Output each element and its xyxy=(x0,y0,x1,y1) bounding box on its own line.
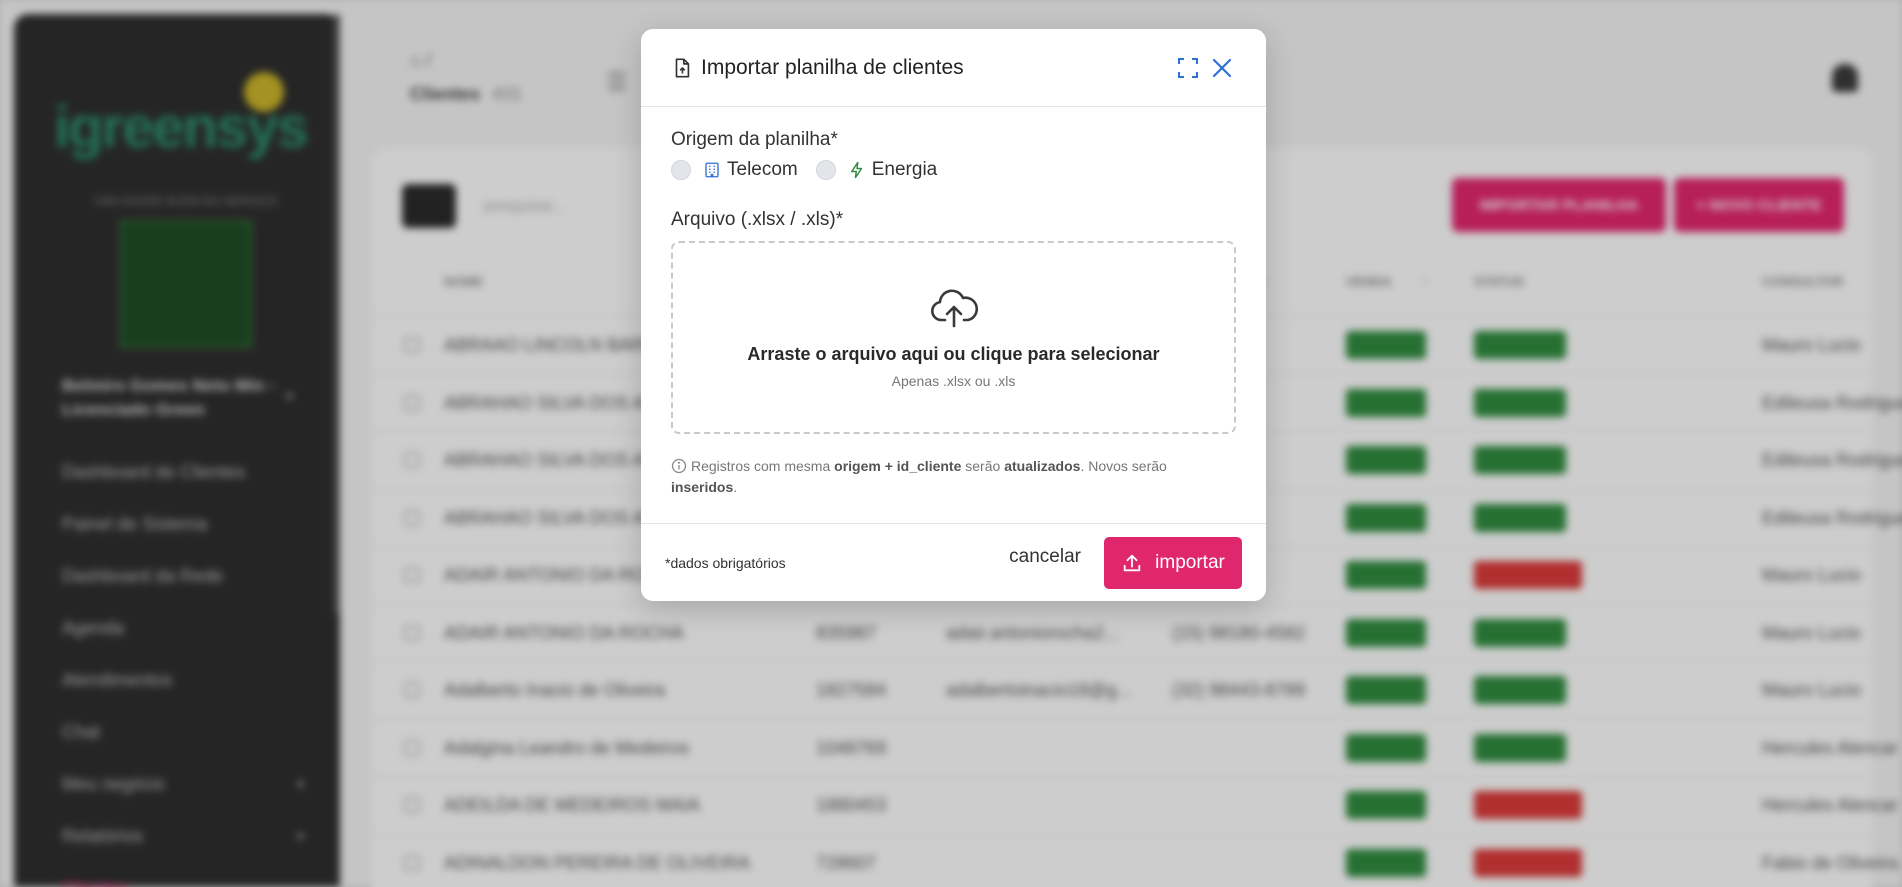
import-button[interactable]: importar xyxy=(1104,537,1242,589)
file-label: Arquivo (.xlsx / .xls)* xyxy=(671,209,844,230)
building-icon xyxy=(705,162,719,178)
modal-header: Importar planilha de clientes xyxy=(641,29,1266,107)
info-note: Registros com mesma origem + id_cliente … xyxy=(671,456,1236,498)
info-text-1: Registros com mesma xyxy=(691,458,835,474)
origin-option-telecom[interactable]: Telecom xyxy=(671,159,798,181)
lightning-icon xyxy=(850,161,862,179)
modal-title: Importar planilha de clientes xyxy=(701,55,964,79)
info-key-fields: origem + id_cliente xyxy=(834,458,962,474)
file-upload-icon xyxy=(675,57,690,78)
required-note: *dados obrigatórios xyxy=(665,554,786,571)
upload-icon xyxy=(1123,554,1141,572)
import-modal: Importar planilha de clientes Origem da … xyxy=(641,29,1266,601)
info-inserted: inseridos xyxy=(671,479,734,495)
dropzone-title: Arraste o arquivo aqui ou clique para se… xyxy=(747,344,1160,364)
info-text-4: . xyxy=(733,479,738,495)
info-text-2: serão xyxy=(961,458,1005,474)
energia-label: Energia xyxy=(871,159,938,180)
info-updated: atualizados xyxy=(1004,458,1081,474)
origin-radio-group: Telecom Energia xyxy=(671,159,1236,181)
modal-footer: *dados obrigatórios cancelar importar xyxy=(641,523,1266,601)
file-dropzone[interactable]: Arraste o arquivo aqui ou clique para se… xyxy=(671,241,1236,434)
telecom-label: Telecom xyxy=(727,159,798,180)
origin-option-energia[interactable]: Energia xyxy=(815,159,938,181)
info-text-3: . Novos serão xyxy=(1080,458,1167,474)
telecom-radio[interactable] xyxy=(671,160,691,180)
expand-icon[interactable] xyxy=(1176,56,1200,80)
modal-body: Origem da planilha* Telecom Energia Arqu… xyxy=(641,107,1266,498)
cancel-button[interactable]: cancelar xyxy=(1009,546,1081,568)
import-label: importar xyxy=(1155,552,1225,573)
dropzone-subtitle: Apenas .xlsx ou .xls xyxy=(891,373,1016,389)
close-icon[interactable] xyxy=(1210,56,1234,80)
origin-label: Origem da planilha* xyxy=(671,129,838,150)
cloud-upload-icon xyxy=(930,289,978,328)
info-icon xyxy=(671,458,687,474)
energia-radio[interactable] xyxy=(815,160,836,180)
